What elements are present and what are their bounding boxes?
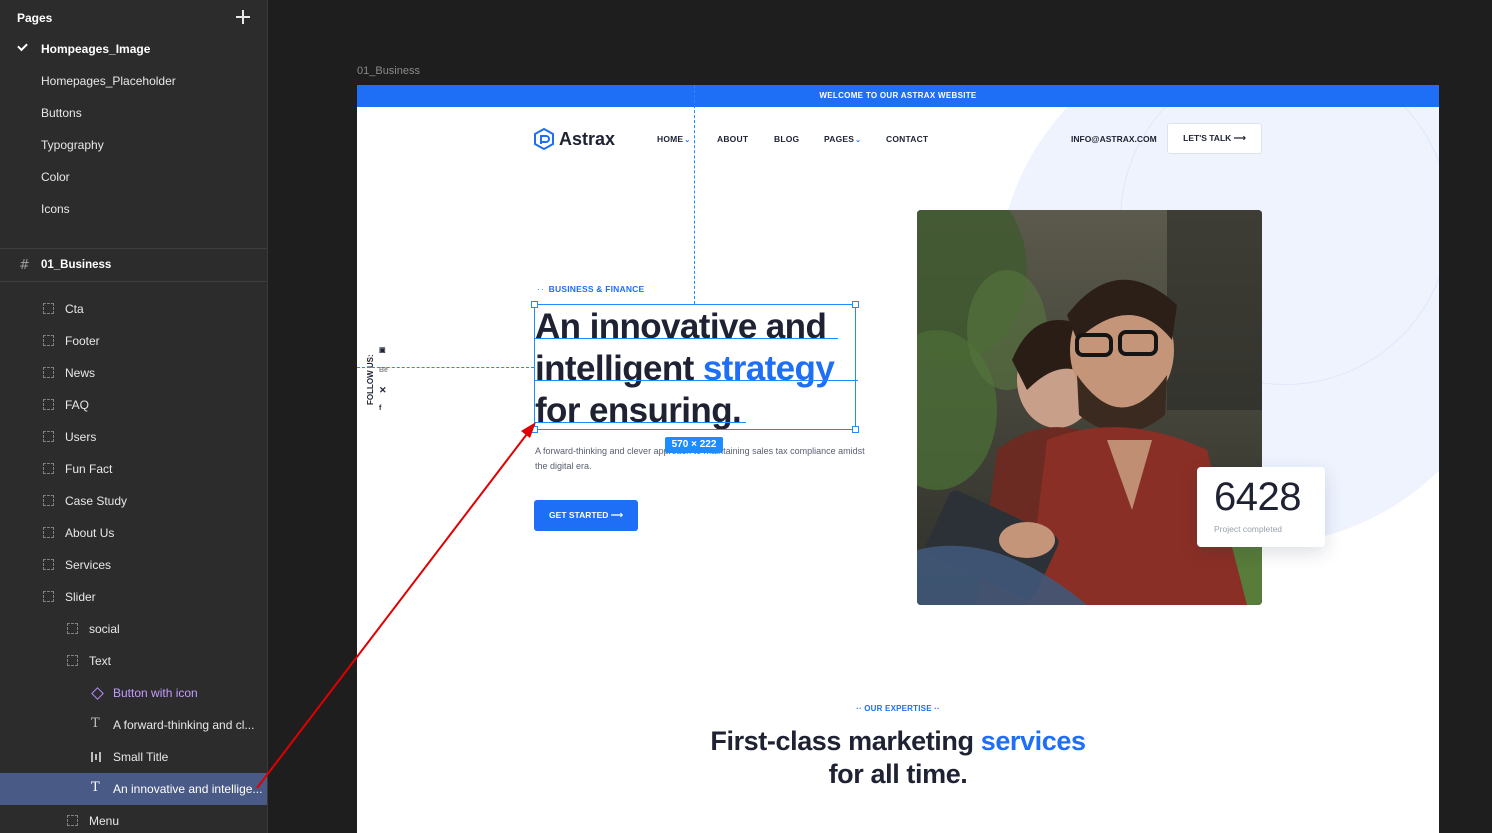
annotation-arrow [256, 422, 536, 789]
